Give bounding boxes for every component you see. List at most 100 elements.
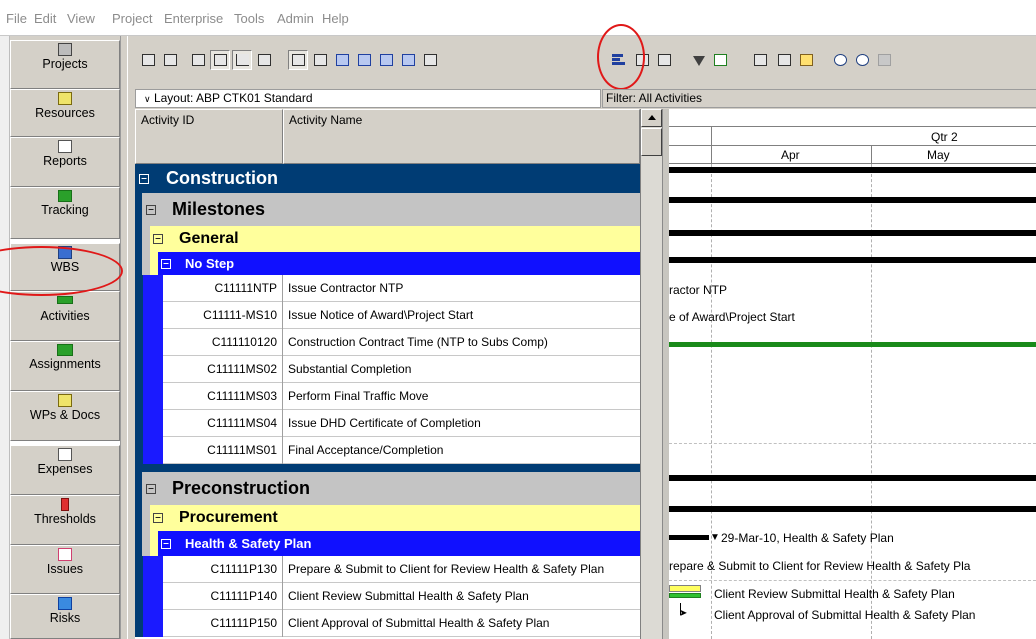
table-row[interactable]: C11111NTP Issue Contractor NTP — [135, 275, 640, 302]
chart-icon — [58, 190, 72, 202]
layout-selector[interactable]: ∨ Layout: ABP CTK01 Standard — [135, 89, 601, 108]
primavera-window: { "menu": ["File", "Edit", "View", "Proj… — [0, 0, 1036, 639]
menu-edit[interactable]: Edit — [34, 11, 56, 26]
sidebar-item-assignments[interactable]: Assignments — [10, 341, 120, 391]
menu-view[interactable]: View — [67, 11, 95, 26]
table-row[interactable]: C11111P130 Prepare & Submit to Client for… — [135, 556, 640, 583]
network-icon[interactable] — [254, 50, 274, 70]
top-layout-icon[interactable] — [288, 50, 308, 70]
resource-usage-icon[interactable] — [354, 50, 374, 70]
timescale-header: Qtr 2 Apr May — [669, 109, 1036, 164]
column-header-activity-name[interactable]: Activity Name — [283, 109, 640, 164]
menu-help[interactable]: Help — [322, 11, 349, 26]
activity-bar[interactable] — [669, 593, 701, 598]
table-row[interactable]: C11111MS02 Substantial Completion — [135, 356, 640, 383]
collapse-icon[interactable]: – — [153, 234, 163, 244]
sidebar-item-projects[interactable]: Projects — [10, 40, 120, 89]
gridline — [669, 580, 1036, 581]
activity-bar[interactable] — [669, 342, 1036, 347]
wbs-spacer — [135, 464, 640, 472]
gantt-label: e of Award\Project Start — [669, 310, 795, 324]
menu-admin[interactable]: Admin — [277, 11, 314, 26]
collapse-icon[interactable]: – — [161, 258, 171, 269]
scroll-thumb[interactable] — [641, 128, 662, 156]
wbs-row-procurement[interactable]: – Procurement — [135, 505, 640, 531]
sidebar-item-activities[interactable]: Activities — [10, 291, 120, 341]
filter-display[interactable]: Filter: All Activities — [602, 89, 1036, 108]
sidebar-item-expenses[interactable]: Expenses — [10, 445, 120, 495]
table-row[interactable]: C11111MS01 Final Acceptance/Completion — [135, 437, 640, 464]
sidebar-item-issues[interactable]: Issues — [10, 545, 120, 594]
zoom-out-icon[interactable] — [852, 50, 872, 70]
activity-details-icon[interactable] — [420, 50, 440, 70]
sidebar-item-reports[interactable]: Reports — [10, 137, 120, 187]
bars-icon[interactable] — [608, 50, 628, 70]
wbs-row-general[interactable]: – General — [135, 226, 640, 252]
wbs-row-health-safety-plan[interactable]: – Health & Safety Plan — [135, 531, 640, 556]
table-icon[interactable] — [188, 50, 208, 70]
gantt-table-icon[interactable] — [210, 50, 230, 70]
month-label-may: May — [927, 148, 950, 162]
wbs-row-construction[interactable]: – Construction — [135, 164, 640, 193]
collapse-icon[interactable]: – — [139, 173, 149, 184]
sidebar-item-risks[interactable]: Risks — [10, 594, 120, 639]
reschedule-icon[interactable] — [874, 50, 894, 70]
trace-logic-icon[interactable] — [398, 50, 418, 70]
resource-usage-spreadsheet-icon[interactable] — [376, 50, 396, 70]
summary-bar[interactable] — [669, 230, 1036, 236]
wbs-row-milestones[interactable]: – Milestones — [135, 193, 640, 226]
person-icon — [58, 92, 72, 105]
bottom-layout-icon[interactable] — [310, 50, 330, 70]
print-preview-icon[interactable] — [160, 50, 180, 70]
summary-bar[interactable] — [669, 197, 1036, 203]
collapse-icon[interactable]: – — [146, 204, 156, 215]
menu-enterprise[interactable]: Enterprise — [164, 11, 223, 26]
wbs-row-no-step[interactable]: – No Step — [135, 252, 640, 275]
activity-table: – Construction – Milestones – General – … — [135, 164, 640, 639]
collapse-icon[interactable]: – — [161, 538, 171, 549]
table-row[interactable]: C11111MS04 Issue DHD Certificate of Compl… — [135, 410, 640, 437]
summary-bar[interactable] — [669, 475, 1036, 481]
zoom-in-icon[interactable] — [830, 50, 850, 70]
relationships-icon[interactable] — [232, 50, 252, 70]
summary-bar[interactable] — [669, 167, 1036, 173]
table-row[interactable]: C11111MS03 Perform Final Traffic Move — [135, 383, 640, 410]
sidebar-stripe — [0, 36, 10, 639]
menu-bar: File Edit View Project Enterprise Tools … — [0, 0, 1036, 36]
threshold-icon — [61, 498, 69, 511]
resource-profile-icon[interactable] — [332, 50, 352, 70]
column-header-activity-id[interactable]: Activity ID — [135, 109, 283, 164]
menu-file[interactable]: File — [6, 11, 27, 26]
sidebar-splitter[interactable] — [120, 36, 128, 639]
gantt-splitter[interactable] — [662, 109, 669, 639]
sidebar-item-tracking[interactable]: Tracking — [10, 187, 120, 239]
collapse-icon[interactable]: – — [146, 483, 156, 494]
sidebar-item-resources[interactable]: Resources — [10, 89, 120, 137]
menu-project[interactable]: Project — [112, 11, 152, 26]
print-icon[interactable] — [138, 50, 158, 70]
table-row[interactable]: C11111-MS10 Issue Notice of Award\Project… — [135, 302, 640, 329]
scroll-up-icon[interactable] — [641, 109, 662, 127]
table-row[interactable]: C11111P140 Client Review Submittal Health… — [135, 583, 640, 610]
table-row[interactable]: C11111P150 Client Approval of Submittal H… — [135, 610, 640, 637]
timescale-icon[interactable] — [654, 50, 674, 70]
columns-icon[interactable] — [632, 50, 652, 70]
schedule-icon[interactable] — [750, 50, 770, 70]
apply-actuals-icon[interactable] — [796, 50, 816, 70]
summary-bar[interactable] — [669, 257, 1036, 263]
group-sort-icon[interactable] — [710, 50, 730, 70]
sidebar-item-wps-docs[interactable]: WPs & Docs — [10, 391, 120, 441]
wbs-row-preconstruction[interactable]: – Preconstruction — [135, 472, 640, 505]
filter-icon[interactable] — [688, 50, 708, 70]
summary-bar[interactable] — [669, 506, 1036, 512]
table-row[interactable]: C111110120 Construction Contract Time (NT… — [135, 329, 640, 356]
menu-tools[interactable]: Tools — [234, 11, 264, 26]
arrow-right-icon: ➤ — [679, 608, 688, 619]
vertical-scrollbar[interactable] — [640, 109, 662, 639]
sidebar-item-wbs[interactable]: WBS — [10, 243, 120, 291]
activity-bar[interactable] — [669, 585, 701, 592]
sidebar-item-thresholds[interactable]: Thresholds — [10, 495, 120, 545]
summary-bar[interactable] — [669, 535, 709, 540]
level-icon[interactable] — [774, 50, 794, 70]
collapse-icon[interactable]: – — [153, 513, 163, 523]
